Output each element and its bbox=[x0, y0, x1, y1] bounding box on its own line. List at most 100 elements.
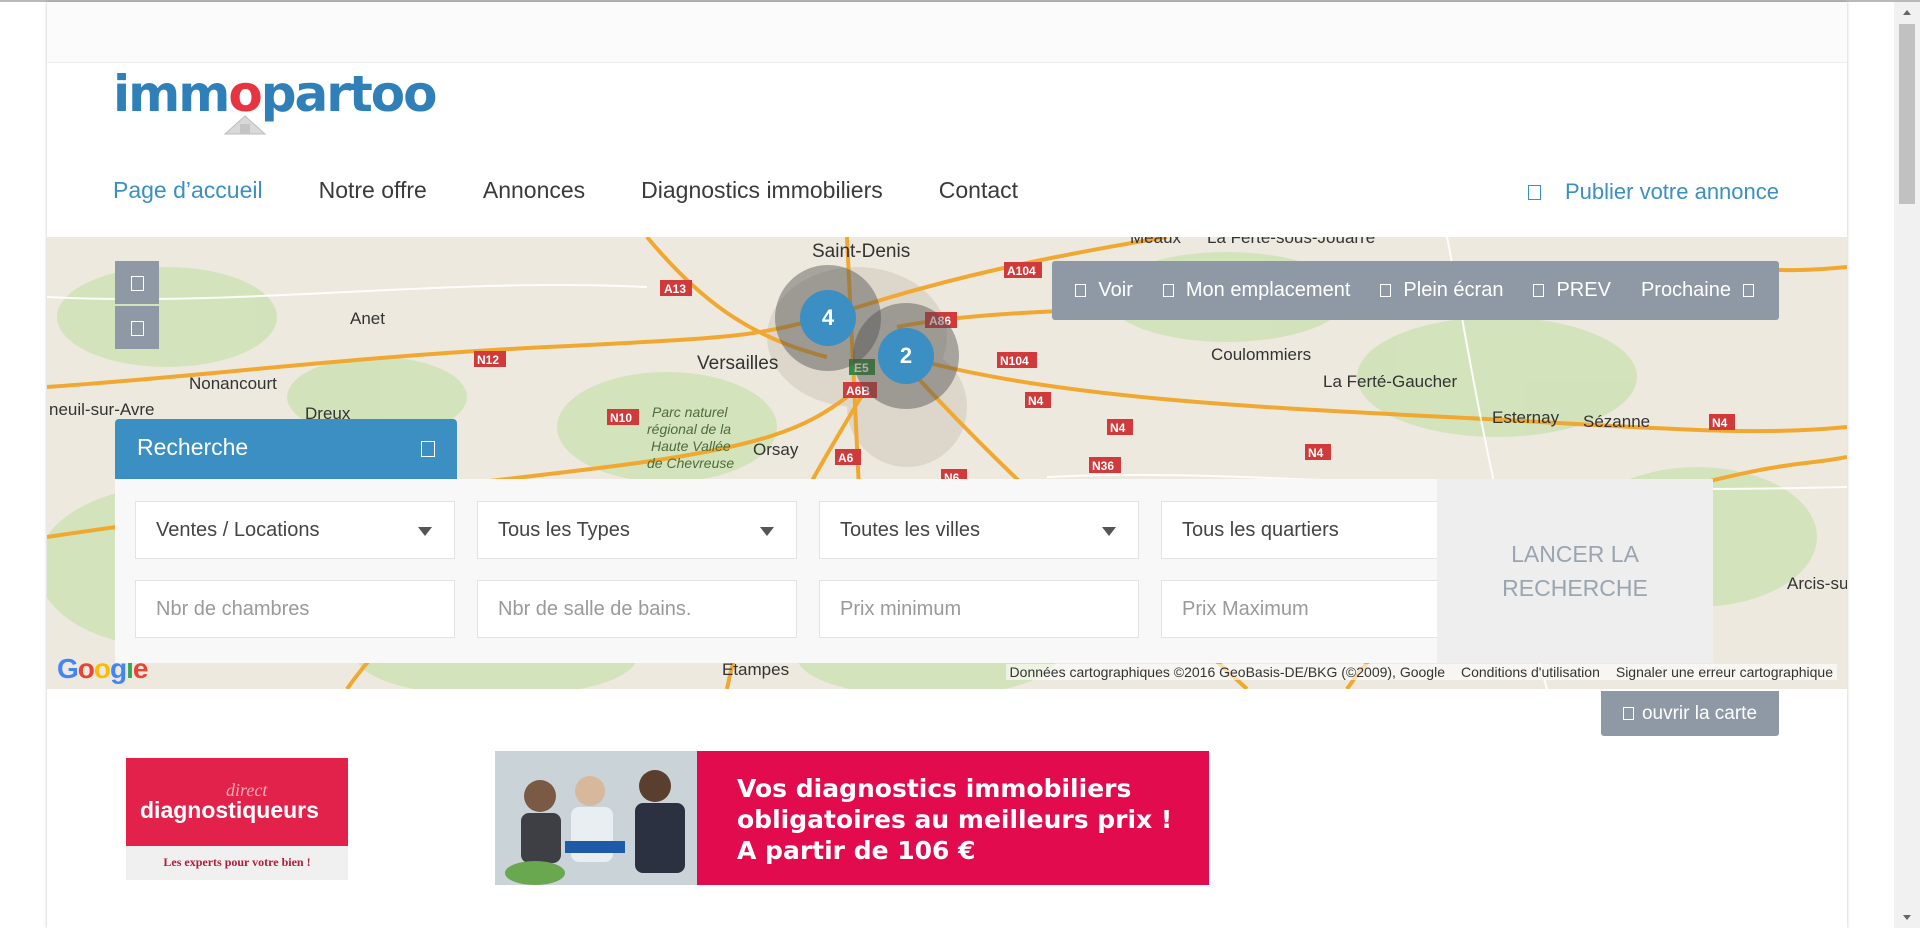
svg-text:Versailles: Versailles bbox=[697, 353, 778, 374]
my-location-label: Mon emplacement bbox=[1185, 279, 1351, 301]
main-nav: Page d’accueil Notre offre Annonces Diag… bbox=[113, 170, 1074, 210]
svg-text:A13: A13 bbox=[664, 282, 686, 296]
diagnostics-banner-ad[interactable]: Vos diagnostics immobiliers obligatoires… bbox=[495, 751, 1209, 885]
svg-text:Esternay: Esternay bbox=[1492, 408, 1560, 427]
my-location-button[interactable]: Mon emplacement bbox=[1162, 279, 1351, 302]
ad-brand-text: diagnostiqueurs bbox=[140, 797, 319, 823]
zoom-in-button[interactable] bbox=[115, 261, 159, 304]
direct-diagnostiqueurs-ad[interactable]: direct diagnostiqueurs Les experts pour … bbox=[126, 758, 348, 880]
nav-item-diagnostics[interactable]: Diagnostics immobiliers bbox=[641, 170, 911, 210]
search-tab[interactable]: Recherche bbox=[115, 419, 457, 479]
svg-text:N4: N4 bbox=[1028, 394, 1044, 408]
launch-search-line1: LANCER LA bbox=[1511, 541, 1639, 567]
svg-text:A6: A6 bbox=[838, 451, 854, 465]
district-value: Tous les quartiers bbox=[1182, 519, 1339, 541]
banner-photo bbox=[495, 751, 697, 885]
bathrooms-input[interactable] bbox=[478, 581, 796, 637]
chevron-left-icon bbox=[1533, 284, 1545, 297]
view-label: Voir bbox=[1098, 279, 1133, 301]
svg-text:N12: N12 bbox=[477, 353, 499, 367]
dropdown-arrow-icon bbox=[1102, 527, 1116, 536]
map-data-credit: Données cartographiques ©2016 GeoBasis-D… bbox=[1009, 664, 1445, 680]
nav-item-contact[interactable]: Contact bbox=[939, 170, 1046, 210]
max-price-input[interactable] bbox=[1162, 581, 1480, 637]
svg-text:N4: N4 bbox=[1308, 446, 1324, 460]
logo-house-icon bbox=[223, 115, 267, 135]
svg-text:N4: N4 bbox=[1110, 421, 1126, 435]
zoom-controls bbox=[115, 261, 159, 351]
banner-line3: A partir de 106 € bbox=[737, 836, 976, 865]
cluster-count: 4 bbox=[800, 290, 856, 346]
search-tab-label: Recherche bbox=[137, 434, 249, 460]
view-button[interactable]: Voir bbox=[1075, 279, 1133, 302]
terms-link[interactable]: Conditions d'utilisation bbox=[1461, 664, 1600, 680]
scroll-down-arrow-icon[interactable] bbox=[1903, 915, 1911, 920]
svg-text:Coulommiers: Coulommiers bbox=[1211, 345, 1311, 364]
vertical-scrollbar[interactable] bbox=[1894, 2, 1920, 928]
svg-text:Haute Vallée: Haute Vallée bbox=[651, 438, 731, 454]
publish-listing-link[interactable]: Publier votre annonce bbox=[1527, 172, 1779, 212]
scroll-up-arrow-icon[interactable] bbox=[1903, 10, 1911, 15]
publish-listing-label: Publier votre annonce bbox=[1564, 179, 1779, 204]
map-toolbar: Voir Mon emplacement Plein écran PREV Pr… bbox=[1052, 261, 1779, 320]
max-price-input-wrap bbox=[1161, 580, 1481, 638]
svg-text:N4: N4 bbox=[1712, 416, 1728, 430]
report-error-link[interactable]: Signaler une erreur cartographique bbox=[1616, 664, 1833, 680]
nav-item-offer[interactable]: Notre offre bbox=[319, 170, 455, 210]
svg-text:La Ferté-Gaucher: La Ferté-Gaucher bbox=[1323, 372, 1458, 391]
banner-line1: Vos diagnostics immobiliers bbox=[737, 774, 1132, 803]
district-select[interactable]: Tous les quartiers bbox=[1161, 501, 1481, 559]
next-button[interactable]: Prochaine bbox=[1641, 279, 1754, 302]
people-illustration bbox=[495, 751, 697, 885]
prev-button[interactable]: PREV bbox=[1533, 279, 1611, 302]
next-label: Prochaine bbox=[1640, 279, 1731, 301]
dropdown-arrow-icon bbox=[760, 527, 774, 536]
scrollbar-thumb[interactable] bbox=[1899, 24, 1915, 204]
map-attribution: Données cartographiques ©2016 GeoBasis-D… bbox=[1005, 664, 1837, 680]
svg-text:Sézanne: Sézanne bbox=[1583, 412, 1650, 431]
fullscreen-label: Plein écran bbox=[1403, 279, 1504, 301]
fullscreen-button[interactable]: Plein écran bbox=[1380, 279, 1503, 302]
dropdown-arrow-icon bbox=[418, 527, 432, 536]
bathrooms-input-wrap bbox=[477, 580, 797, 638]
site-logo[interactable]: immopartoo bbox=[113, 64, 437, 136]
transaction-type-select[interactable]: Ventes / Locations bbox=[135, 501, 455, 559]
svg-text:régional de la: régional de la bbox=[647, 421, 731, 437]
zoom-in-icon bbox=[131, 276, 144, 291]
bedrooms-input[interactable] bbox=[136, 581, 454, 637]
top-bar bbox=[47, 2, 1847, 63]
svg-text:Arcis-su: Arcis-su bbox=[1787, 574, 1847, 593]
collapse-icon bbox=[421, 441, 435, 457]
svg-text:de Chevreuse: de Chevreuse bbox=[647, 455, 734, 471]
zoom-out-icon bbox=[131, 321, 144, 336]
bedrooms-input-wrap bbox=[135, 580, 455, 638]
chevron-right-icon bbox=[1743, 284, 1754, 297]
nav-item-listings[interactable]: Annonces bbox=[483, 170, 613, 210]
launch-search-button[interactable]: LANCER LA RECHERCHE bbox=[1437, 479, 1713, 663]
svg-text:Nonancourt: Nonancourt bbox=[189, 374, 277, 393]
property-type-select[interactable]: Tous les Types bbox=[477, 501, 797, 559]
svg-text:Anet: Anet bbox=[350, 309, 385, 328]
location-icon bbox=[1162, 284, 1174, 297]
map-icon bbox=[1622, 707, 1634, 720]
min-price-input[interactable] bbox=[820, 581, 1138, 637]
property-type-value: Tous les Types bbox=[498, 519, 630, 541]
open-map-button[interactable]: ouvrir la carte bbox=[1601, 691, 1779, 736]
min-price-input-wrap bbox=[819, 580, 1139, 638]
svg-text:N36: N36 bbox=[1092, 459, 1114, 473]
transaction-type-value: Ventes / Locations bbox=[156, 519, 320, 541]
svg-text:A104: A104 bbox=[1007, 264, 1036, 278]
svg-text:Saint-Denis: Saint-Denis bbox=[812, 241, 910, 262]
banner-line2: obligatoires au meilleurs prix ! bbox=[737, 805, 1173, 834]
svg-text:neuil-sur-Avre: neuil-sur-Avre bbox=[49, 400, 155, 419]
svg-text:Parc naturel: Parc naturel bbox=[652, 404, 728, 420]
city-value: Toutes les villes bbox=[840, 519, 981, 541]
nav-item-home[interactable]: Page d’accueil bbox=[113, 170, 291, 210]
cluster-count: 2 bbox=[878, 328, 934, 384]
ad-tagline: Les experts pour votre bien ! bbox=[163, 855, 311, 869]
city-select[interactable]: Toutes les villes bbox=[819, 501, 1139, 559]
fullscreen-icon bbox=[1380, 284, 1392, 297]
map-cluster-marker[interactable]: 2 bbox=[853, 303, 959, 409]
zoom-out-button[interactable] bbox=[115, 306, 159, 349]
svg-text:N10: N10 bbox=[610, 411, 632, 425]
